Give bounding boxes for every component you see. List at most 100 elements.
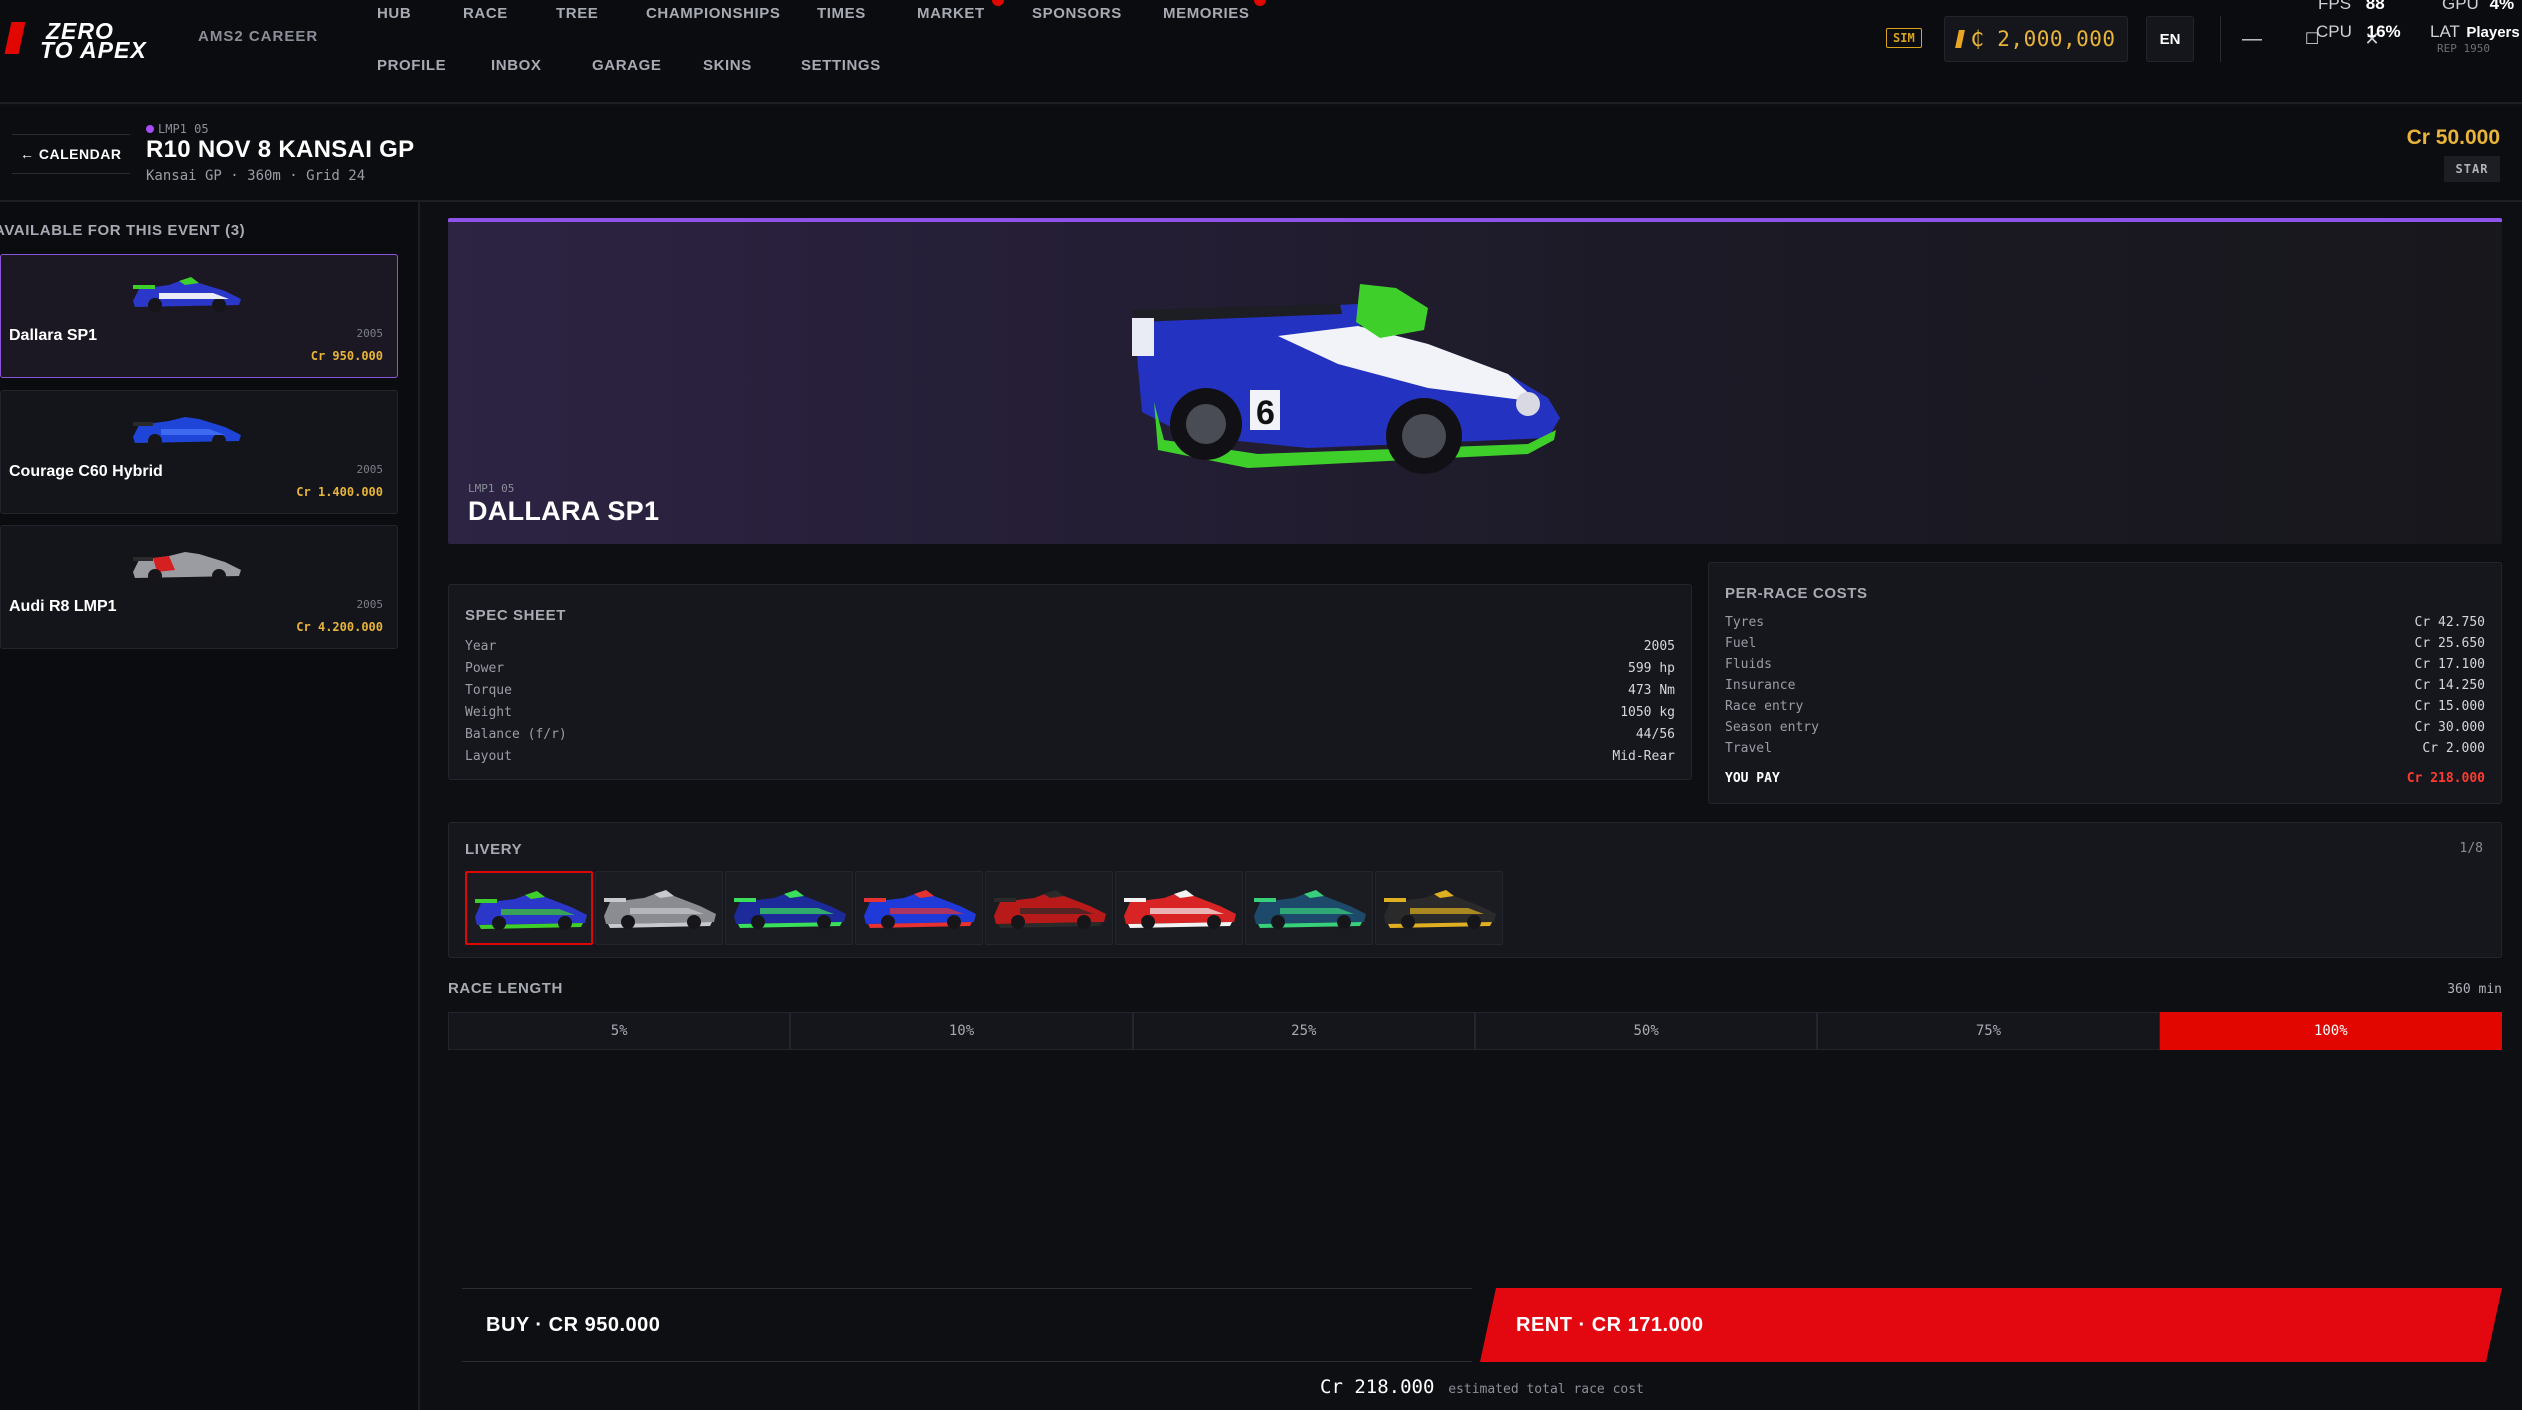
credits-display: ₵ 2,000,000	[1944, 16, 2128, 62]
spec-row: Power 599 hp	[465, 661, 1675, 679]
car-thumbnail	[133, 552, 241, 583]
costs-title: PER-RACE COSTS	[1725, 585, 1868, 602]
livery-preview-icon	[864, 890, 976, 929]
car-card-dallara-sp1[interactable]: Dallara SP1 2005 Cr 950.000	[0, 254, 398, 378]
nav-settings[interactable]: SETTINGS	[801, 57, 881, 74]
hero-car-name: DALLARA SP1	[468, 496, 660, 526]
svg-text:6: 6	[1256, 394, 1275, 432]
livery-swatch[interactable]	[1245, 871, 1373, 945]
nav-market[interactable]: MARKET	[917, 5, 985, 22]
cpu-value: 16%	[2366, 22, 2401, 41]
livery-swatch[interactable]	[595, 871, 723, 945]
race-length-option-75[interactable]: 75%	[1817, 1012, 2160, 1050]
top-bar: ZERO TO APEX AMS2 CAREER HUB RACE TREE C…	[0, 0, 2522, 104]
cost-value: Cr 14.250	[2414, 678, 2485, 693]
race-length-option-100[interactable]: 100%	[2159, 1012, 2502, 1050]
spec-key: Torque	[465, 683, 512, 698]
car-card-courage-c60-hybrid[interactable]: Courage C60 Hybrid 2005 Cr 1.400.000	[0, 390, 398, 514]
event-class-label: LMP1 05	[158, 122, 209, 136]
gpu-label: GPU	[2442, 0, 2479, 13]
fps-readout: FPS 88	[2318, 0, 2385, 14]
car-price: Cr 4.200.000	[296, 620, 383, 634]
spec-row: Torque 473 Nm	[465, 683, 1675, 701]
race-length-option-5[interactable]: 5%	[448, 1012, 791, 1050]
total-cost-amount: Cr 218.000	[1320, 1376, 1435, 1398]
race-length-selector: 5% 10% 25% 50% 75% 100%	[448, 1012, 2502, 1050]
cost-row: Tyres Cr 42.750	[1725, 615, 2485, 633]
sim-mode-badge[interactable]: SIM	[1886, 28, 1922, 48]
livery-preview-icon	[475, 891, 587, 930]
spec-value: 2005	[1643, 639, 1675, 654]
cost-row: Travel Cr 2.000	[1725, 741, 2485, 759]
cpu-label: CPU	[2316, 22, 2352, 41]
rent-car-button[interactable]: RENT · CR 171.000	[1480, 1288, 2502, 1362]
car-render-image: 6	[1132, 284, 1560, 474]
nav-sponsors[interactable]: SPONSORS	[1032, 5, 1122, 22]
spec-value: 1050 kg	[1620, 705, 1675, 720]
livery-swatch[interactable]	[725, 871, 853, 945]
car-thumbnail	[133, 277, 241, 312]
language-button[interactable]: EN	[2146, 16, 2194, 62]
logo-line2: TO APEX	[40, 37, 147, 63]
race-length-option-10[interactable]: 10%	[790, 1012, 1133, 1050]
cost-key: Race entry	[1725, 699, 1804, 714]
event-title: R10 NOV 8 KANSAI GP	[146, 136, 415, 163]
livery-swatch[interactable]	[1375, 871, 1503, 945]
estimated-total-cost: Cr 218.000 estimated total race cost	[1320, 1376, 1644, 1398]
nav-championships[interactable]: CHAMPIONSHIPS	[646, 5, 780, 22]
spec-value: Mid-Rear	[1612, 749, 1675, 764]
nav-tree[interactable]: TREE	[556, 5, 598, 22]
cost-row: Insurance Cr 14.250	[1725, 678, 2485, 696]
livery-preview-icon	[1254, 890, 1366, 929]
spec-row: Balance (f/r) 44/56	[465, 727, 1675, 745]
nav-memories[interactable]: MEMORIES	[1163, 5, 1249, 22]
cost-value: Cr 17.100	[2414, 657, 2485, 672]
livery-preview-icon	[994, 890, 1106, 929]
gpu-readout: GPU 4%	[2438, 0, 2514, 14]
divider	[2220, 16, 2221, 62]
livery-swatch[interactable]	[855, 871, 983, 945]
event-class: LMP1 05	[146, 122, 209, 136]
livery-count: 1/8	[2459, 841, 2483, 856]
fps-label: FPS	[2318, 0, 2352, 13]
nav-profile[interactable]: PROFILE	[377, 57, 446, 74]
race-length-option-25[interactable]: 25%	[1132, 1012, 1475, 1050]
cost-value: Cr 2.000	[2422, 741, 2485, 756]
per-race-costs-panel: PER-RACE COSTS Tyres Cr 42.750 Fuel Cr 25.…	[1708, 562, 2502, 804]
nav-hub[interactable]: HUB	[377, 5, 411, 22]
nav-skins[interactable]: SKINS	[703, 57, 752, 74]
cost-key: Fuel	[1725, 636, 1757, 651]
market-notification-dot	[992, 0, 1004, 6]
minimize-icon[interactable]: —	[2224, 16, 2280, 62]
latency-label: LAT	[2430, 22, 2460, 41]
logo-stripe	[4, 22, 26, 54]
livery-swatch[interactable]	[1115, 871, 1243, 945]
spec-key: Balance (f/r)	[465, 727, 567, 742]
nav-race[interactable]: RACE	[463, 5, 508, 22]
spec-value: 599 hp	[1628, 661, 1675, 676]
car-hero-panel: 6 LMP1 05 DALLARA SP1	[448, 218, 2502, 544]
car-year: 2005	[356, 327, 384, 340]
back-to-calendar-button[interactable]: ← CALENDAR	[12, 134, 130, 174]
cost-value: Cr 15.000	[2414, 699, 2485, 714]
hero-car-class: LMP1 05	[468, 482, 515, 495]
app-logo[interactable]: ZERO TO APEX	[40, 18, 162, 63]
spec-value: 44/56	[1635, 727, 1675, 742]
car-card-audi-r8-lmp1[interactable]: Audi R8 LMP1 2005 Cr 4.200.000	[0, 525, 398, 649]
nav-times[interactable]: TIMES	[817, 5, 866, 22]
prize-tag: STAR	[2444, 156, 2500, 182]
buy-car-button[interactable]: BUY · CR 950.000	[462, 1288, 1472, 1362]
race-length-option-50[interactable]: 50%	[1474, 1012, 1818, 1050]
credits-value: ₵ 2,000,000	[1971, 27, 2116, 51]
cost-total-value: Cr 218.000	[2406, 771, 2485, 786]
event-header: ← CALENDAR LMP1 05 R10 NOV 8 KANSAI GP K…	[0, 106, 2522, 202]
cost-key: Tyres	[1725, 615, 1765, 630]
nav-inbox[interactable]: INBOX	[491, 57, 542, 74]
nav-garage[interactable]: GARAGE	[592, 57, 661, 74]
livery-swatch[interactable]	[985, 871, 1113, 945]
livery-preview-icon	[734, 890, 846, 929]
latency-readout: LAT Players	[2430, 22, 2520, 42]
car-year: 2005	[356, 598, 384, 611]
livery-swatch[interactable]	[465, 871, 593, 945]
car-name: Courage C60 Hybrid	[9, 463, 163, 480]
